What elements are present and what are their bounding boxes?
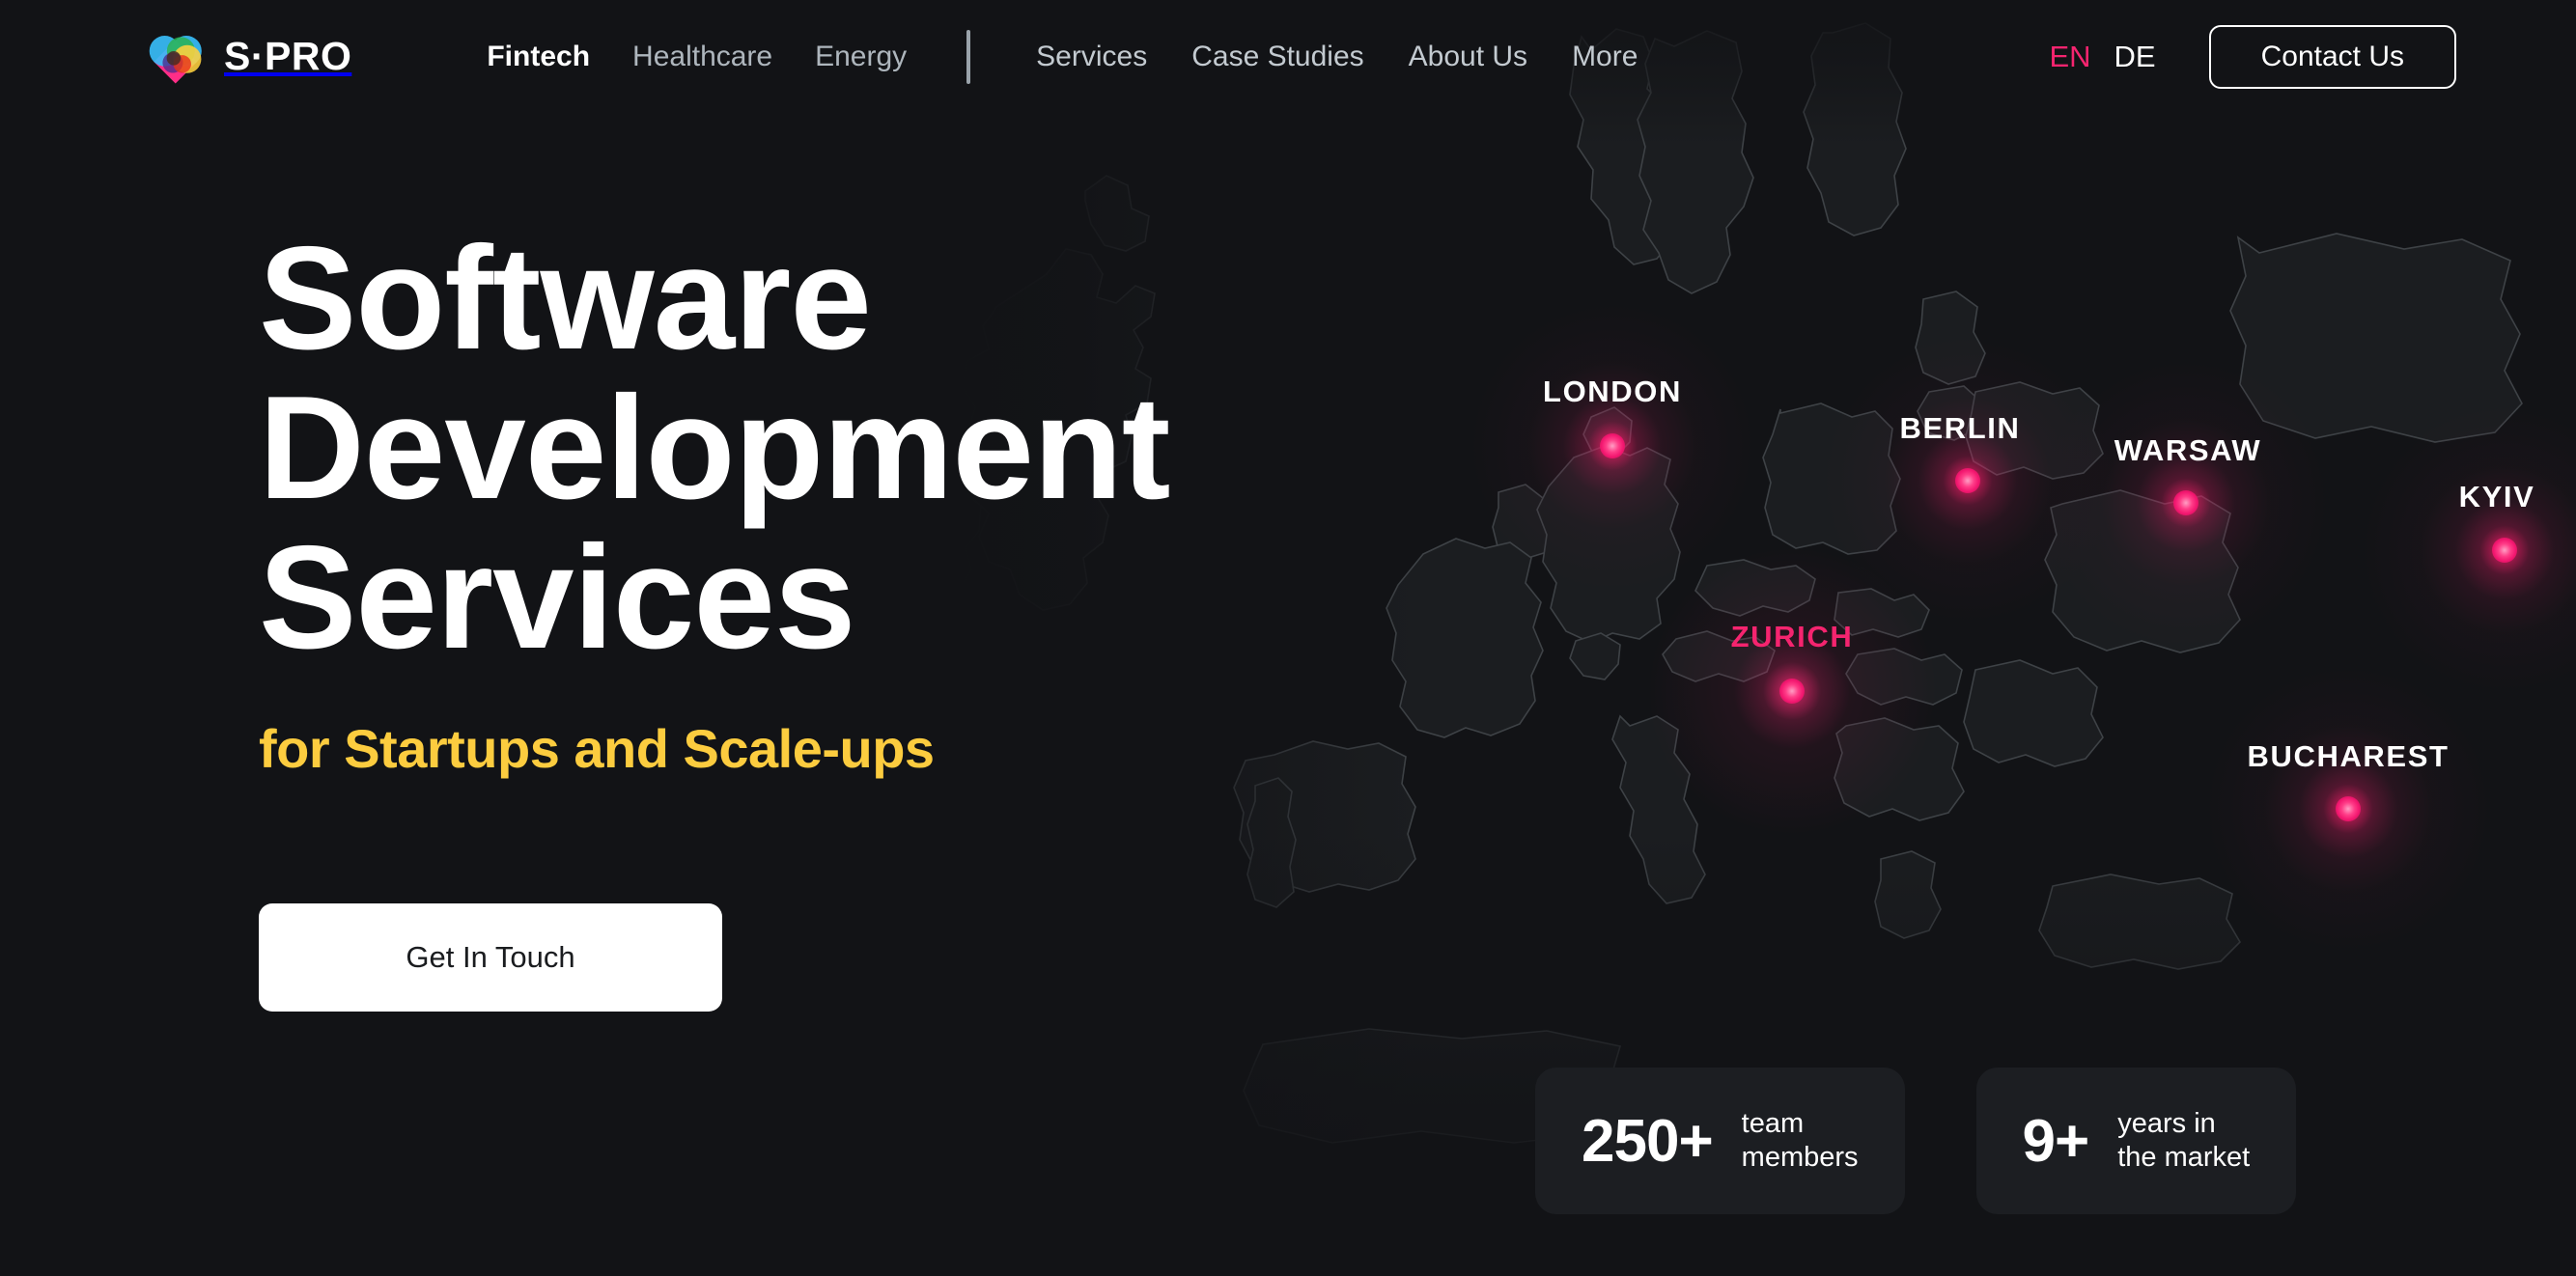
main-nav: Services Case Studies About Us More — [1036, 41, 1638, 73]
hero-title-line-1: Software — [259, 216, 872, 380]
nav-item-case-studies[interactable]: Case Studies — [1191, 41, 1363, 73]
stat-card-years-in-market: 9+ years in the market — [1975, 1068, 2297, 1214]
get-in-touch-button[interactable]: Get In Touch — [259, 903, 722, 1012]
city-label: BERLIN — [1899, 411, 2021, 445]
nav-item-energy[interactable]: Energy — [815, 41, 907, 73]
nav-item-fintech[interactable]: Fintech — [487, 41, 590, 73]
stat-label-line-2: the market — [2117, 1142, 2251, 1173]
city-label: WARSAW — [2114, 433, 2262, 467]
header-right: EN DE Contact Us — [2049, 24, 2456, 89]
nav-item-about-us[interactable]: About Us — [1409, 41, 1527, 73]
contact-us-button[interactable]: Contact Us — [2208, 24, 2456, 89]
logo-link[interactable]: S·PRO — [147, 25, 351, 89]
hero-title-line-3: Services — [259, 515, 855, 680]
city-dot — [2173, 490, 2198, 515]
city-dot — [1600, 433, 1625, 458]
nav-item-more[interactable]: More — [1572, 41, 1638, 73]
hero-title-line-2: Development — [259, 366, 1170, 531]
stat-label-line-2: members — [1741, 1142, 1859, 1173]
city-label: BUCHAREST — [2247, 739, 2450, 773]
city-dot — [2336, 796, 2361, 821]
city-glow — [2360, 405, 2576, 695]
city-label: LONDON — [1543, 374, 1682, 408]
nav-item-healthcare[interactable]: Healthcare — [632, 41, 772, 73]
site-header: S·PRO Fintech Healthcare Energy Services… — [0, 0, 2576, 113]
lang-option-de[interactable]: DE — [2114, 40, 2156, 74]
industry-nav: Fintech Healthcare Energy — [487, 41, 907, 73]
nav-divider — [966, 29, 971, 84]
hero-subtitle: for Startups and Scale-ups — [259, 718, 935, 780]
page-root: LONDON BERLIN WARSAW KYIV ZURICH BUCHARE… — [0, 0, 2576, 1276]
city-dot — [1955, 468, 1980, 493]
language-switcher: EN DE — [2049, 40, 2155, 74]
stats-row: 250+ team members 9+ years in the market — [1535, 1068, 2297, 1214]
city-label: ZURICH — [1730, 620, 1854, 653]
stat-card-team-members: 250+ team members — [1535, 1068, 1905, 1214]
stat-label: team members — [1742, 1107, 1859, 1176]
nav-item-services[interactable]: Services — [1036, 41, 1147, 73]
stat-number: 9+ — [2022, 1107, 2090, 1175]
stat-label-line-1: years in — [2117, 1107, 2216, 1139]
page-title: Software Development Services — [259, 216, 1170, 680]
city-dot — [1779, 679, 1805, 704]
city-dot — [2492, 538, 2517, 563]
city-label: KYIV — [2458, 480, 2535, 513]
stat-label-line-1: team — [1741, 1107, 1805, 1139]
stat-number: 250+ — [1582, 1107, 1714, 1175]
hero-section: Software Development Services for Startu… — [259, 216, 1170, 1012]
logo-text: S·PRO — [224, 34, 352, 78]
spro-heart-logo-icon — [149, 35, 202, 83]
stat-label: years in the market — [2117, 1107, 2250, 1176]
lang-option-en[interactable]: EN — [2049, 40, 2090, 74]
